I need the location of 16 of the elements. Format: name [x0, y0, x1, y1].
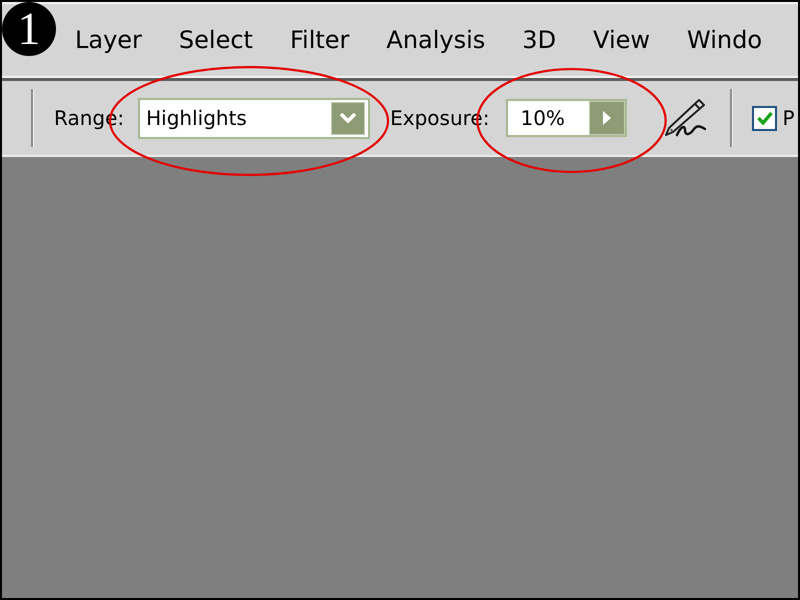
checkmark-icon — [756, 111, 773, 125]
menu-item[interactable]: View — [593, 26, 650, 54]
exposure-field[interactable]: 10% — [506, 99, 628, 137]
dropdown-button[interactable] — [331, 102, 366, 134]
menu-item[interactable]: Layer — [75, 26, 142, 54]
menu-item[interactable]: Filter — [290, 26, 350, 54]
checkbox-label: P — [782, 106, 795, 130]
menu-item[interactable]: Analysis — [386, 26, 486, 54]
chevron-down-icon — [339, 112, 358, 124]
menu-item[interactable]: 3D — [522, 26, 556, 54]
slider-popup-button[interactable] — [589, 101, 626, 135]
menu-item[interactable]: Windo — [687, 26, 762, 54]
checkbox[interactable] — [752, 106, 778, 130]
range-dropdown[interactable]: Highlights — [138, 98, 370, 138]
caret-right-icon — [603, 111, 612, 125]
menu-item[interactable]: Select — [178, 26, 253, 54]
